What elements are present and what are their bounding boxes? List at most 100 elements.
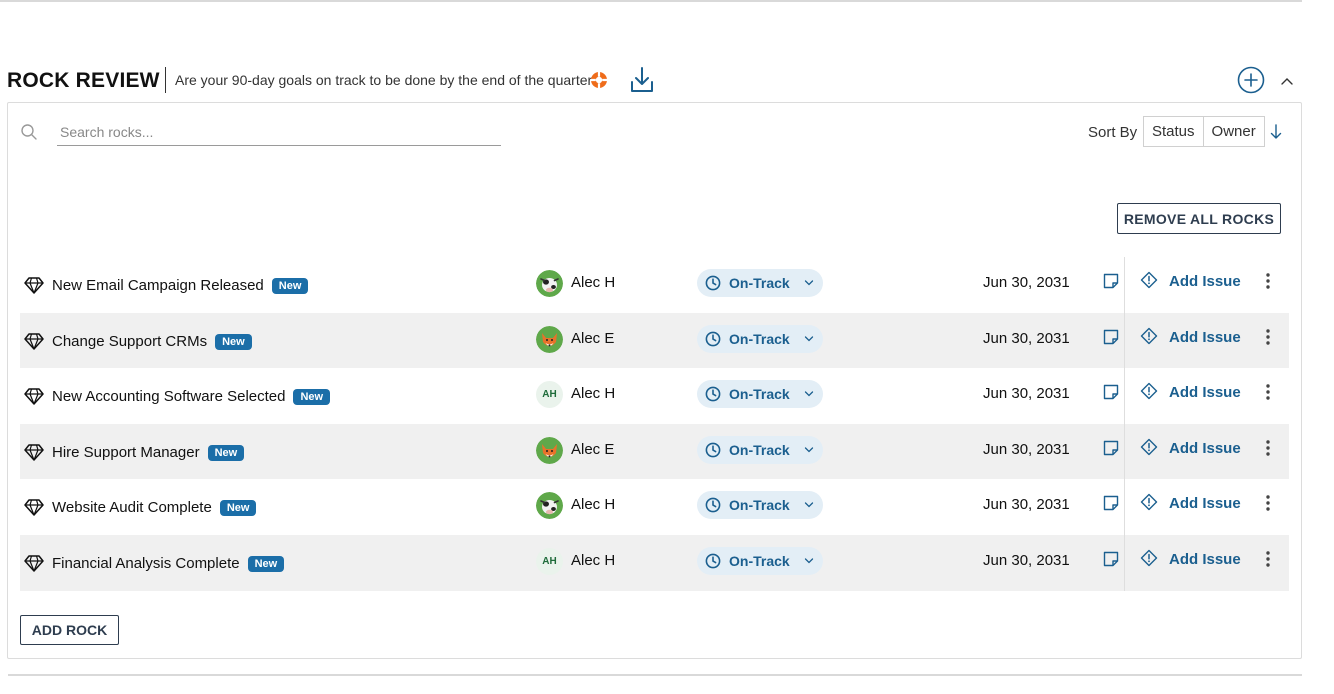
status-label: On-Track: [729, 497, 790, 514]
gem-icon: [24, 277, 44, 294]
cow-photo-avatar: [536, 492, 563, 520]
column-divider: [1124, 257, 1125, 313]
rock-title[interactable]: Financial Analysis Complete: [52, 555, 240, 572]
note-icon[interactable]: [1102, 272, 1120, 290]
status-dropdown[interactable]: On-Track: [697, 269, 823, 297]
note-icon[interactable]: [1102, 494, 1120, 512]
due-date: Jun 30, 2031: [983, 551, 1070, 569]
gem-icon: [24, 555, 44, 572]
title-separator: [165, 67, 166, 93]
note-icon[interactable]: [1102, 550, 1120, 568]
rock-name[interactable]: Financial Analysis Complete New: [52, 555, 285, 572]
sort-owner-button[interactable]: Owner: [1203, 116, 1265, 147]
avatar-initials: AH: [536, 547, 563, 575]
rock-name[interactable]: Change Support CRMs New: [52, 333, 252, 350]
status-dropdown[interactable]: On-Track: [697, 435, 823, 464]
rock-title[interactable]: Website Audit Complete: [52, 499, 212, 516]
status-dropdown[interactable]: On-Track: [697, 491, 823, 520]
rock-row[interactable]: Hire Support Manager New Alec E On-Track …: [20, 423, 1289, 480]
due-date: Jun 30, 2031: [983, 329, 1070, 347]
section-subtitle: Are your 90-day goals on track to be don…: [175, 72, 600, 88]
download-icon[interactable]: [628, 65, 656, 95]
clock-icon: [705, 331, 721, 346]
add-issue-link[interactable]: Add Issue: [1169, 384, 1241, 401]
issue-icon[interactable]: [1140, 493, 1158, 511]
add-rock-button[interactable]: ADD ROCK: [20, 615, 119, 645]
gem-icon: [24, 388, 44, 405]
add-issue-link[interactable]: Add Issue: [1169, 440, 1241, 457]
issue-icon[interactable]: [1140, 271, 1158, 289]
rock-name[interactable]: Website Audit Complete New: [52, 499, 257, 517]
status-dropdown[interactable]: On-Track: [697, 380, 823, 409]
gem-icon: [24, 499, 44, 517]
more-options-icon[interactable]: [1265, 550, 1271, 568]
issue-icon[interactable]: [1140, 327, 1158, 345]
add-issue-link[interactable]: Add Issue: [1169, 329, 1241, 346]
rock-row[interactable]: New Email Campaign Released New Alec H On…: [20, 257, 1289, 313]
top-divider: [0, 0, 1302, 2]
new-badge: New: [271, 278, 309, 294]
status-label: On-Track: [729, 275, 790, 291]
rocks-list: New Email Campaign Released New Alec H On…: [20, 257, 1289, 591]
more-options-icon[interactable]: [1265, 272, 1271, 290]
rock-name[interactable]: Hire Support Manager New: [52, 444, 245, 461]
column-divider: [1124, 368, 1125, 424]
rock-row[interactable]: Website Audit Complete New Alec H On-Trac…: [20, 479, 1289, 535]
new-badge: New: [207, 444, 245, 461]
section-header: ROCK REVIEW Are your 90-day goals on tra…: [7, 62, 1301, 98]
issue-icon[interactable]: [1140, 549, 1158, 567]
rock-title[interactable]: New Email Campaign Released: [52, 277, 264, 294]
note-icon[interactable]: [1102, 439, 1120, 457]
fox-photo-avatar: [536, 436, 563, 464]
section-title: ROCK REVIEW: [7, 69, 160, 92]
search-input[interactable]: [57, 119, 501, 146]
rock-row[interactable]: Financial Analysis Complete New AH Alec H…: [20, 534, 1289, 591]
bottom-divider: [8, 674, 1302, 676]
more-options-icon[interactable]: [1265, 328, 1271, 346]
owner-name: Alec E: [571, 440, 615, 458]
issue-icon[interactable]: [1140, 382, 1158, 400]
rock-name[interactable]: New Email Campaign Released New: [52, 277, 309, 294]
more-options-icon[interactable]: [1265, 494, 1271, 512]
remove-all-rocks-button[interactable]: REMOVE ALL ROCKS: [1117, 203, 1281, 234]
rock-title[interactable]: Change Support CRMs: [52, 333, 207, 350]
rocks-panel: Sort By Status Owner REMOVE ALL ROCKS Ne…: [7, 102, 1302, 659]
more-options-icon[interactable]: [1265, 383, 1271, 401]
note-icon[interactable]: [1102, 328, 1120, 346]
clock-icon: [705, 497, 721, 513]
issue-icon[interactable]: [1140, 438, 1158, 456]
rock-row[interactable]: Change Support CRMs New Alec E On-Track J…: [20, 312, 1289, 369]
sort-status-button[interactable]: Status: [1143, 116, 1204, 147]
clock-icon: [705, 553, 721, 569]
rock-title[interactable]: Hire Support Manager: [52, 444, 200, 461]
due-date: Jun 30, 2031: [983, 496, 1070, 514]
arrow-down-icon[interactable]: [1269, 123, 1283, 140]
chevron-down-icon: [804, 502, 814, 508]
due-date: Jun 30, 2031: [983, 385, 1070, 403]
fox-photo-avatar: [536, 325, 563, 353]
column-divider: [1124, 423, 1125, 480]
new-badge: New: [215, 333, 252, 350]
more-options-icon[interactable]: [1265, 439, 1271, 457]
chevron-down-icon: [804, 391, 814, 397]
clock-icon: [705, 386, 721, 402]
add-issue-link[interactable]: Add Issue: [1169, 495, 1241, 512]
status-label: On-Track: [729, 330, 790, 347]
rock-name[interactable]: New Accounting Software Selected New: [52, 388, 331, 406]
help-icon[interactable]: [590, 71, 608, 89]
gem-icon: [24, 444, 44, 461]
rock-row[interactable]: New Accounting Software Selected New AH A…: [20, 368, 1289, 424]
avatar-initials: AH: [536, 381, 563, 409]
add-issue-link[interactable]: Add Issue: [1169, 273, 1241, 290]
status-dropdown[interactable]: On-Track: [697, 546, 823, 575]
status-dropdown[interactable]: On-Track: [697, 324, 823, 353]
chevron-up-icon[interactable]: [1279, 74, 1295, 88]
chevron-down-icon: [804, 447, 814, 453]
add-issue-link[interactable]: Add Issue: [1169, 551, 1241, 568]
due-date: Jun 30, 2031: [983, 440, 1070, 458]
new-badge: New: [247, 555, 285, 572]
rock-title[interactable]: New Accounting Software Selected: [52, 388, 285, 405]
plus-circle-icon[interactable]: [1237, 66, 1265, 94]
owner-name: Alec H: [571, 551, 616, 569]
note-icon[interactable]: [1102, 383, 1120, 401]
